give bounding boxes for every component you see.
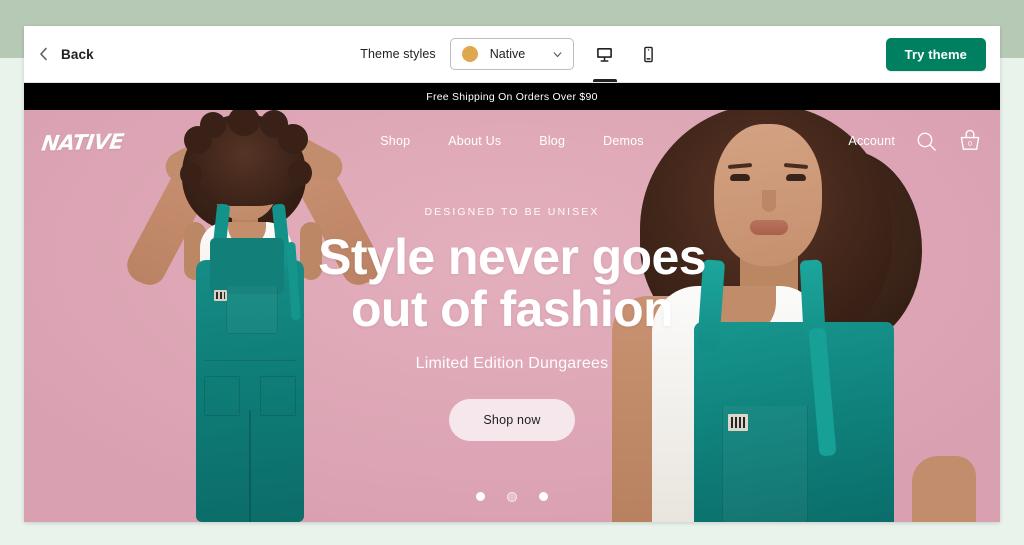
nav-item-about-us[interactable]: About Us <box>448 134 501 148</box>
viewport-toggle-group <box>590 35 664 82</box>
theme-styles-label: Theme styles <box>360 47 436 61</box>
carousel-dot-3[interactable] <box>539 492 548 501</box>
search-icon <box>915 130 938 153</box>
storefront-actions: Account 0 <box>782 129 982 153</box>
desktop-icon <box>595 45 614 64</box>
back-button-label: Back <box>61 46 94 62</box>
editor-toolbar: Back Theme styles Native Try theme <box>24 26 1000 83</box>
chevron-left-icon <box>36 46 52 62</box>
shop-now-button[interactable]: Shop now <box>449 399 575 441</box>
hero-title-line-2: out of fashion <box>350 280 674 337</box>
hero-eyebrow: DESIGNED TO BE UNISEX <box>424 206 600 218</box>
nav-item-demos[interactable]: Demos <box>603 134 644 148</box>
try-theme-button[interactable]: Try theme <box>885 37 986 71</box>
account-link[interactable]: Account <box>848 134 895 148</box>
store-logo[interactable]: NATIVE <box>40 126 244 155</box>
theme-color-swatch <box>461 46 478 62</box>
desktop-view-button[interactable] <box>590 35 620 82</box>
announcement-text: Free Shipping On Orders Over $90 <box>426 90 598 103</box>
chevron-down-icon <box>551 48 564 61</box>
hero-content: DESIGNED TO BE UNISEX Style never goes o… <box>24 206 1000 441</box>
mobile-icon <box>639 45 658 64</box>
announcement-bar: Free Shipping On Orders Over $90 <box>24 83 1000 110</box>
carousel-dots <box>24 492 1000 502</box>
cart-count-badge: 0 <box>967 139 973 148</box>
cart-button[interactable]: 0 <box>958 129 982 153</box>
hero-title-line-1: Style never goes <box>318 229 706 285</box>
mobile-view-button[interactable] <box>634 35 664 73</box>
theme-style-select[interactable]: Native <box>449 38 574 70</box>
carousel-dot-1[interactable] <box>476 492 485 501</box>
search-button[interactable] <box>915 130 938 153</box>
nav-item-shop[interactable]: Shop <box>380 134 410 148</box>
storefront-header: NATIVE Shop About Us Blog Demos Account <box>24 110 1000 172</box>
back-button[interactable]: Back <box>24 46 344 62</box>
hero-subtitle: Limited Edition Dungarees <box>415 355 609 372</box>
storefront-preview: Free Shipping On Orders Over $90 NATIVE … <box>24 83 1000 522</box>
carousel-dot-2[interactable] <box>507 492 517 502</box>
storefront-nav: Shop About Us Blog Demos <box>242 134 782 148</box>
theme-preview-panel: Back Theme styles Native Try theme Free … <box>24 26 1000 522</box>
toolbar-center-group: Theme styles Native <box>344 35 680 82</box>
hero-section: NATIVE Shop About Us Blog Demos Account <box>24 110 1000 522</box>
nav-item-blog[interactable]: Blog <box>539 134 565 148</box>
hero-title: Style never goes out of fashion <box>24 229 1000 337</box>
theme-style-value: Native <box>489 47 526 61</box>
toolbar-right-group: Try theme <box>680 37 1000 71</box>
